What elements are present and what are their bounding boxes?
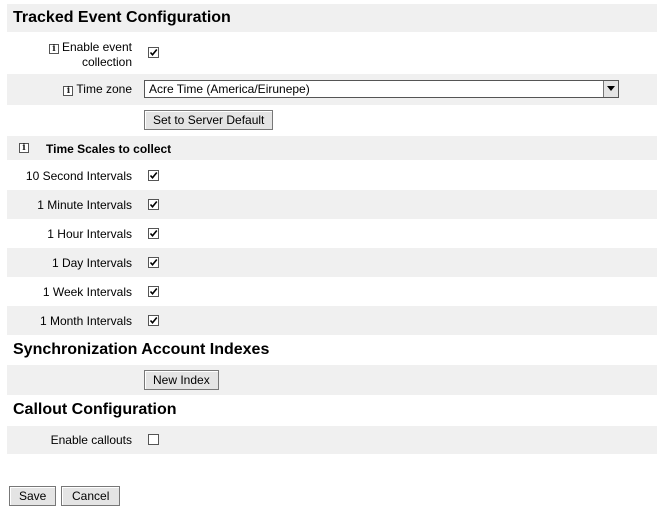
server-default-row: Set to Server Default — [7, 106, 657, 134]
time-scale-row: 1 Minute Intervals — [7, 190, 657, 219]
save-button[interactable]: Save — [9, 486, 57, 506]
enable-event-row: i Enable event collection — [7, 34, 657, 70]
set-server-default-button[interactable]: Set to Server Default — [144, 110, 274, 130]
check-mark-icon — [149, 258, 158, 267]
time-scale-row: 1 Month Intervals — [7, 306, 657, 335]
timezone-select-value: Acre Time (America/Eirunepe) — [149, 82, 310, 96]
info-icon[interactable]: i — [19, 143, 29, 153]
time-scale-checkbox[interactable] — [148, 170, 159, 181]
tracked-event-title: Tracked Event Configuration — [7, 4, 657, 32]
timezone-dropdown-button[interactable] — [603, 81, 618, 97]
timezone-label: i Time zone — [63, 82, 132, 96]
time-scale-label: 1 Minute Intervals — [37, 198, 132, 212]
info-icon[interactable]: i — [63, 86, 74, 96]
time-scales-header-row: i Time Scales to collect — [7, 136, 657, 160]
time-scale-label: 1 Week Intervals — [42, 285, 132, 299]
chevron-down-icon — [607, 86, 615, 91]
timezone-label-text: Time zone — [76, 82, 132, 96]
enable-callouts-row: Enable callouts — [7, 426, 657, 454]
timezone-select[interactable]: Acre Time (America/Eirunepe) — [144, 80, 619, 98]
enable-event-label-line1: Enable event — [61, 40, 132, 54]
enable-event-checkbox[interactable] — [148, 47, 159, 58]
time-scale-label: 1 Day Intervals — [51, 256, 132, 270]
time-scale-label: 1 Month Intervals — [39, 314, 132, 328]
check-mark-icon — [149, 48, 158, 57]
time-scale-checkbox[interactable] — [148, 228, 159, 239]
check-mark-icon — [149, 229, 158, 238]
cancel-button[interactable]: Cancel — [61, 486, 121, 506]
time-scale-checkbox[interactable] — [148, 286, 159, 297]
sync-account-indexes-title: Synchronization Account Indexes — [13, 341, 270, 358]
check-mark-icon — [149, 287, 158, 296]
enable-event-label: i Enable event collection — [48, 40, 132, 70]
new-index-row: New Index — [7, 365, 657, 395]
time-scale-label: 1 Hour Intervals — [47, 227, 132, 241]
time-scales-heading: Time Scales to collect — [46, 142, 172, 156]
time-scale-row: 1 Hour Intervals — [7, 219, 657, 248]
timezone-row: i Time zone Acre Time (America/Eirunepe) — [7, 74, 657, 105]
enable-event-label-line2: collection — [81, 55, 132, 69]
new-index-button[interactable]: New Index — [144, 370, 219, 390]
time-scale-checkbox[interactable] — [148, 315, 159, 326]
enable-callouts-checkbox[interactable] — [148, 434, 159, 445]
time-scale-row: 10 Second Intervals — [7, 161, 657, 190]
check-mark-icon — [149, 316, 158, 325]
time-scale-checkbox[interactable] — [148, 199, 159, 210]
check-mark-icon — [149, 200, 158, 209]
info-icon[interactable]: i — [48, 44, 59, 54]
time-scale-label: 10 Second Intervals — [25, 169, 132, 183]
callout-configuration-title: Callout Configuration — [13, 401, 177, 418]
enable-callouts-label: Enable callouts — [50, 433, 132, 447]
time-scale-row: 1 Day Intervals — [7, 248, 657, 277]
check-mark-icon — [149, 171, 158, 180]
time-scale-row: 1 Week Intervals — [7, 277, 657, 306]
time-scale-checkbox[interactable] — [148, 257, 159, 268]
